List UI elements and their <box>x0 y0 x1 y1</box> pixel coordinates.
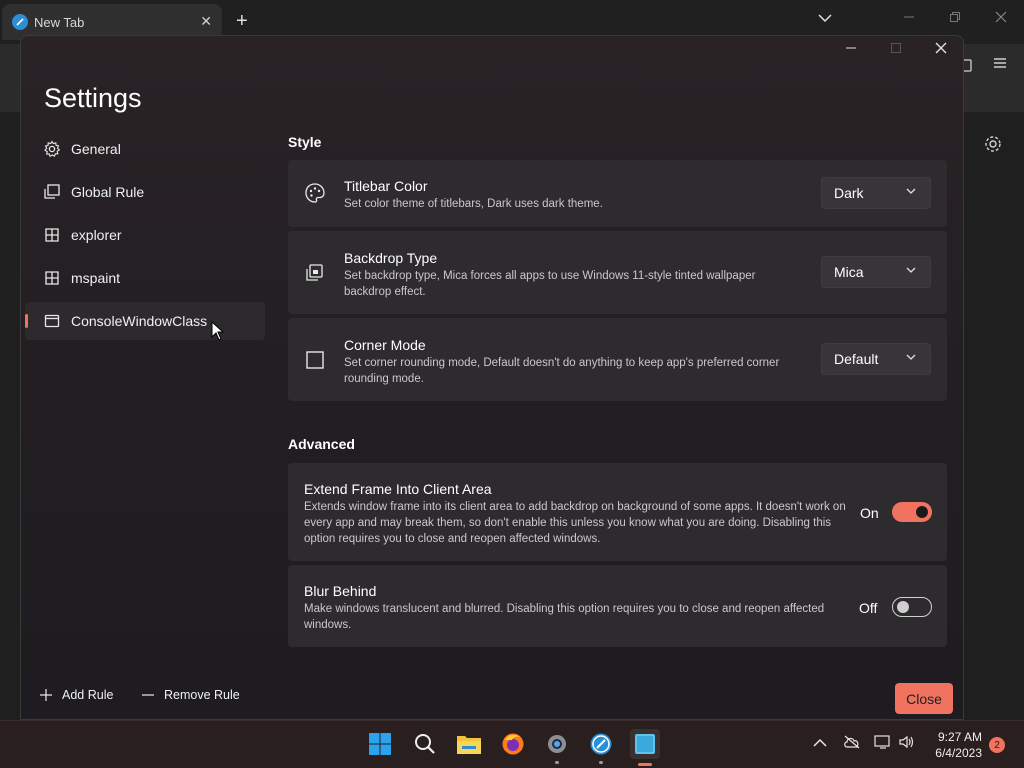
maximize-icon[interactable] <box>881 41 911 57</box>
window-icon <box>43 312 61 330</box>
windows-stack-icon <box>43 183 61 201</box>
browser-tab-title: New Tab <box>34 14 85 30</box>
window-close-icon[interactable] <box>926 41 956 57</box>
blur-behind-toggle[interactable] <box>892 597 932 617</box>
sidebar-item-global-rule[interactable]: Global Rule <box>25 173 265 211</box>
tab-list-chevron-icon[interactable] <box>818 10 832 26</box>
mica-app-icon[interactable] <box>586 729 616 759</box>
window-rule-icon <box>43 226 61 244</box>
clock[interactable]: 9:27 AM 6/4/2023 <box>928 729 982 761</box>
browser-favicon-icon <box>12 14 28 30</box>
backdrop-type-dropdown[interactable]: Mica <box>821 256 931 288</box>
sidebar-item-label: General <box>71 141 121 157</box>
backdrop-type-title: Backdrop Type <box>344 250 438 266</box>
corner-mode-title: Corner Mode <box>344 337 426 353</box>
volume-icon[interactable] <box>899 735 915 752</box>
file-explorer-icon[interactable] <box>454 729 484 759</box>
settings-window: Settings General Global Rule explorer ms… <box>20 35 964 720</box>
remove-rule-label: Remove Rule <box>164 688 240 702</box>
backdrop-type-card: Backdrop Type Set backdrop type, Mica fo… <box>288 231 947 314</box>
minus-icon <box>142 694 154 696</box>
sidebar-nav: General Global Rule explorer mspaint Con… <box>25 130 265 345</box>
extend-frame-card: Extend Frame Into Client Area Extends wi… <box>288 463 947 561</box>
window-rule-icon <box>43 269 61 287</box>
style-section-header: Style <box>288 134 322 150</box>
backdrop-type-desc: Set backdrop type, Mica forces all apps … <box>344 270 756 298</box>
clock-time: 9:27 AM <box>937 730 982 744</box>
add-rule-label: Add Rule <box>62 688 114 702</box>
titlebar-color-desc: Set color theme of titlebars, Dark uses … <box>344 198 603 210</box>
blur-behind-card: Blur Behind Make windows translucent and… <box>288 565 947 647</box>
chevron-down-icon <box>906 188 916 194</box>
chevron-up-icon[interactable] <box>813 735 827 751</box>
extend-frame-title: Extend Frame Into Client Area <box>304 481 492 497</box>
toggle-knob <box>897 601 909 613</box>
corner-mode-card: Corner Mode Set corner rounding mode, De… <box>288 318 947 401</box>
active-window-icon[interactable] <box>630 729 660 759</box>
cloud-offline-icon[interactable] <box>843 735 861 752</box>
extend-frame-state: On <box>860 505 879 521</box>
settings-app-icon[interactable] <box>542 729 572 759</box>
sidebar-item-label: mspaint <box>71 270 121 286</box>
extend-frame-toggle[interactable] <box>892 502 932 522</box>
sidebar-item-label: Global Rule <box>71 184 145 200</box>
corner-mode-desc: Set corner rounding mode, Default doesn'… <box>344 357 780 385</box>
titlebar-color-dropdown[interactable]: Dark <box>821 177 931 209</box>
advanced-section-header: Advanced <box>288 436 355 452</box>
sidebar-item-general[interactable]: General <box>25 130 265 168</box>
sidebar-item-explorer[interactable]: explorer <box>25 216 265 254</box>
mouse-cursor-icon <box>211 321 225 341</box>
plus-icon <box>40 689 52 701</box>
taskbar: 9:27 AM 6/4/2023 2 <box>0 720 1024 768</box>
dropdown-value: Dark <box>834 185 864 201</box>
firefox-icon[interactable] <box>498 729 528 759</box>
browser-close-icon[interactable] <box>995 10 1007 26</box>
toggle-knob <box>916 506 928 518</box>
titlebar-color-title: Titlebar Color <box>344 178 428 194</box>
search-icon[interactable] <box>410 729 440 759</box>
sidebar-item-mspaint[interactable]: mspaint <box>25 259 265 297</box>
active-indicator <box>638 763 652 766</box>
dropdown-value: Default <box>834 351 879 367</box>
new-tab-button[interactable]: + <box>236 10 248 33</box>
windows-start-icon[interactable] <box>365 729 395 759</box>
titlebar-color-card: Titlebar Color Set color theme of titleb… <box>288 160 947 227</box>
sidebar-item-label: ConsoleWindowClass <box>71 313 208 329</box>
tab-close-icon[interactable]: ✕ <box>200 13 212 30</box>
sidebar-item-consolewindowclass[interactable]: ConsoleWindowClass <box>25 302 265 340</box>
blur-behind-title: Blur Behind <box>304 583 377 599</box>
page-settings-gear-icon[interactable] <box>984 135 1002 158</box>
notification-badge[interactable]: 2 <box>989 737 1005 753</box>
clock-date: 6/4/2023 <box>935 746 982 760</box>
gear-icon <box>43 140 61 158</box>
running-indicator <box>599 761 603 764</box>
chevron-down-icon <box>906 267 916 273</box>
add-rule-button[interactable]: Add Rule <box>39 688 113 702</box>
browser-minimize-icon[interactable] <box>903 10 915 26</box>
sidebar-item-label: explorer <box>71 227 122 243</box>
backdrop-icon <box>304 262 326 284</box>
minimize-icon[interactable] <box>836 41 866 57</box>
blur-behind-state: Off <box>859 600 878 616</box>
blur-behind-desc: Make windows translucent and blurred. Di… <box>304 603 825 631</box>
running-indicator <box>555 761 559 764</box>
chevron-down-icon <box>906 354 916 360</box>
page-title: Settings <box>44 83 142 113</box>
extend-frame-desc: Extends window frame into its client are… <box>304 501 846 545</box>
corner-mode-dropdown[interactable]: Default <box>821 343 931 375</box>
square-corner-icon <box>304 349 326 371</box>
browser-restore-icon[interactable] <box>949 10 961 26</box>
remove-rule-button[interactable]: Remove Rule <box>141 688 240 702</box>
menu-icon[interactable] <box>993 56 1007 75</box>
network-icon[interactable] <box>874 735 892 752</box>
palette-icon <box>304 182 326 204</box>
dropdown-value: Mica <box>834 264 864 280</box>
close-button[interactable]: Close <box>895 683 953 714</box>
